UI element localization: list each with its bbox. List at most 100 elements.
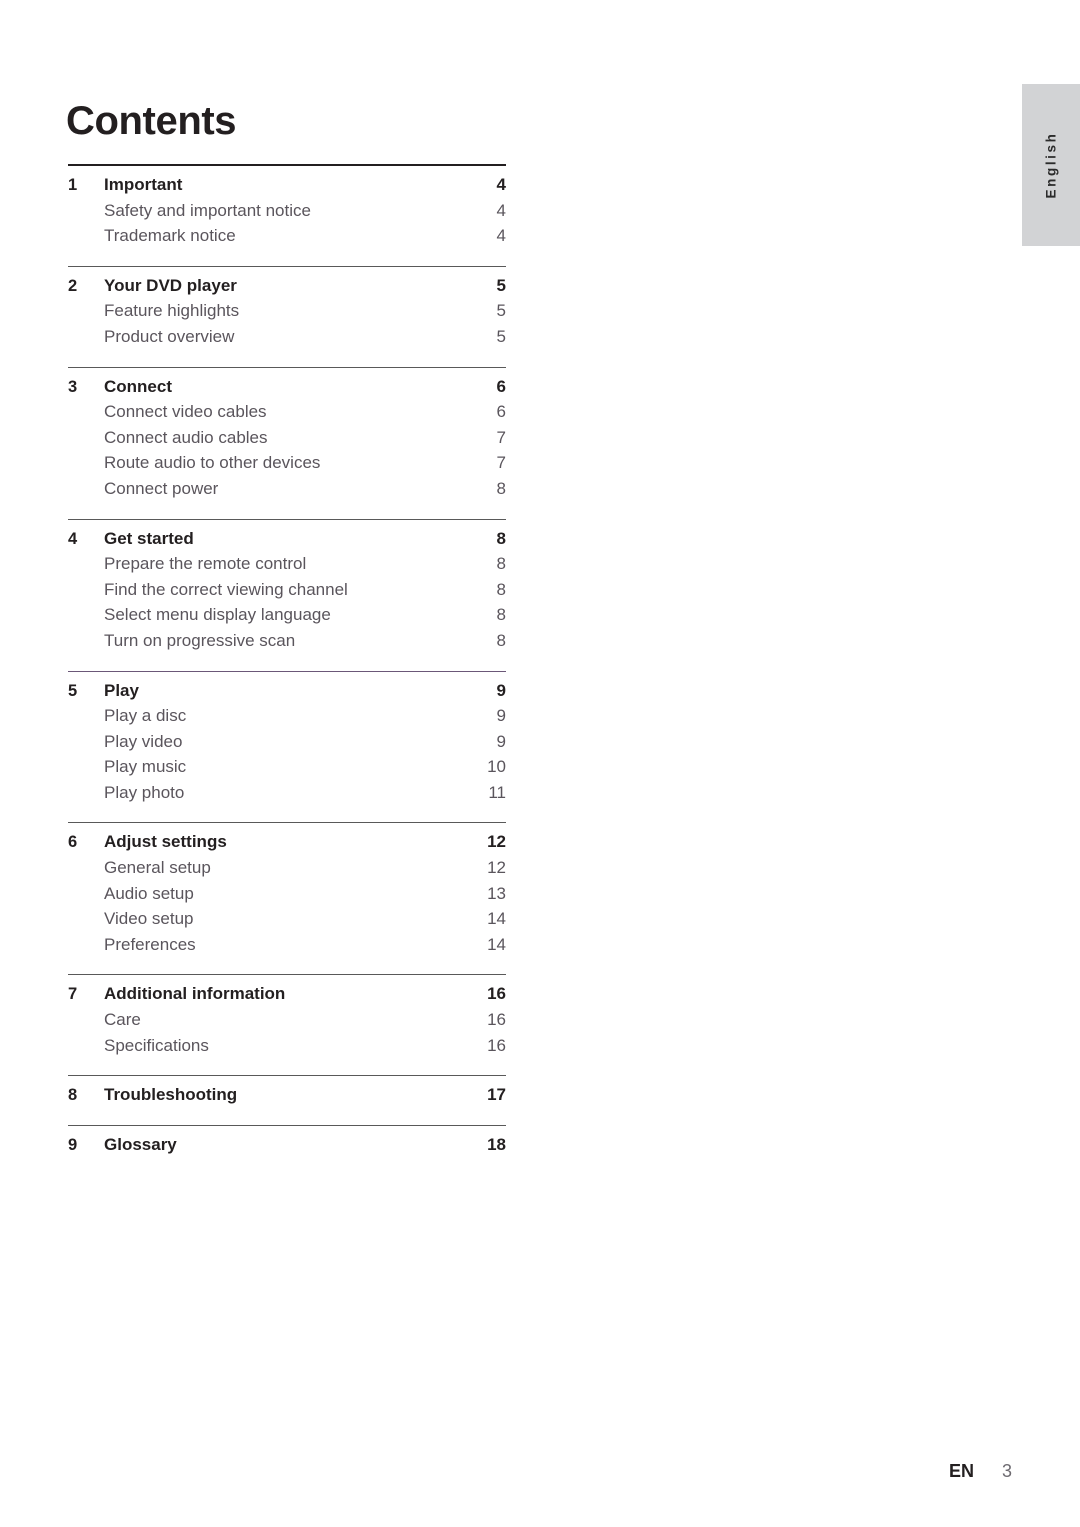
- toc-entry-row[interactable]: Safety and important notice 4: [68, 198, 506, 224]
- toc-group-rows: 2 Your DVD player 5 Feature highlights 5 Prod…: [68, 267, 506, 350]
- toc-entry-page-number: 10: [487, 757, 506, 777]
- toc-entry-page-number: 18: [487, 1134, 506, 1154]
- toc-entry-row[interactable]: Play a disc 9: [68, 703, 506, 729]
- toc-entry-row[interactable]: Find the correct viewing channel 8: [68, 577, 506, 603]
- toc-entry-row[interactable]: Prepare the remote control 8: [68, 551, 506, 577]
- toc-group-rows: 9 Glossary 18: [68, 1126, 506, 1158]
- toc-group: 1 Important 4 Safety and important notice 4 T…: [68, 164, 506, 249]
- toc-entry-row[interactable]: Video setup 14: [68, 906, 506, 932]
- toc-group-spacer: [68, 1108, 506, 1125]
- toc-group-spacer: [68, 1058, 506, 1075]
- toc-entry-row[interactable]: Feature highlights 5: [68, 298, 506, 324]
- toc-section-number: 8: [68, 1086, 78, 1105]
- toc-entry-label: Select menu display language: [104, 605, 331, 625]
- toc-entry-page-number: 8: [496, 528, 506, 548]
- toc-group: 3 Connect 6 Connect video cables 6 Connect au…: [68, 366, 506, 502]
- toc-entry-page-number: 14: [487, 934, 506, 954]
- toc-group-rows: 3 Connect 6 Connect video cables 6 Connect au…: [68, 368, 506, 502]
- toc-entry-label: Care: [104, 1010, 141, 1030]
- toc-group-spacer: [68, 350, 506, 367]
- toc-entry-page-number: 16: [487, 1035, 506, 1055]
- toc-group: 9 Glossary 18: [68, 1124, 506, 1158]
- toc-section-row[interactable]: 9 Glossary 18: [68, 1132, 506, 1158]
- toc-entry-label: Play photo: [104, 782, 185, 802]
- toc-section-number: 3: [68, 377, 78, 396]
- toc-section-row[interactable]: 3 Connect 6: [68, 374, 506, 400]
- toc-entry-page-number: 7: [496, 427, 506, 447]
- toc-entry-row[interactable]: Play photo 11: [68, 780, 506, 806]
- toc-entry-label: General setup: [104, 858, 211, 878]
- toc-group-spacer: [68, 502, 506, 519]
- toc-entry-label: Play video: [104, 731, 183, 751]
- toc-group: 5 Play 9 Play a disc 9 Play video 9 Play music 1…: [68, 670, 506, 806]
- toc-entry-label: Troubleshooting: [104, 1085, 238, 1105]
- toc-group-rows: 8 Troubleshooting 17: [68, 1076, 506, 1108]
- table-of-contents: 1 Important 4 Safety and important notice 4 T…: [68, 164, 506, 1174]
- toc-entry-label: Get started: [104, 528, 194, 548]
- toc-group-rows: 7 Additional information 16 Care 16 Specifica…: [68, 975, 506, 1058]
- toc-group-spacer: [68, 1157, 506, 1174]
- toc-section-row[interactable]: 2 Your DVD player 5: [68, 273, 506, 299]
- toc-entry-page-number: 4: [496, 200, 506, 220]
- language-tab-label: English: [1043, 131, 1059, 199]
- toc-entry-label: Find the correct viewing channel: [104, 579, 348, 599]
- toc-group-rows: 4 Get started 8 Prepare the remote control 8…: [68, 520, 506, 654]
- toc-group: 4 Get started 8 Prepare the remote control 8…: [68, 518, 506, 654]
- toc-entry-page-number: 14: [487, 909, 506, 929]
- language-tab: English: [1022, 84, 1080, 246]
- toc-entry-row[interactable]: Audio setup 13: [68, 881, 506, 907]
- toc-entry-row[interactable]: Turn on progressive scan 8: [68, 628, 506, 654]
- toc-entry-label: Glossary: [104, 1134, 177, 1154]
- toc-section-row[interactable]: 6 Adjust settings 12: [68, 829, 506, 855]
- toc-group-spacer: [68, 957, 506, 974]
- toc-entry-label: Connect audio cables: [104, 427, 268, 447]
- toc-entry-label: Turn on progressive scan: [104, 630, 296, 650]
- toc-section-number: 5: [68, 681, 78, 700]
- toc-entry-page-number: 9: [496, 706, 506, 726]
- toc-entry-page-number: 8: [496, 554, 506, 574]
- toc-entry-page-number: 6: [496, 376, 506, 396]
- toc-entry-label: Connect power: [104, 478, 219, 498]
- toc-entry-label: Feature highlights: [104, 301, 240, 321]
- toc-entry-row[interactable]: Specifications 16: [68, 1033, 506, 1059]
- toc-entry-label: Specifications: [104, 1035, 209, 1055]
- toc-section-number: 6: [68, 833, 78, 852]
- toc-section-number: 2: [68, 276, 78, 295]
- toc-section-number: 1: [68, 176, 78, 194]
- toc-entry-row[interactable]: General setup 12: [68, 855, 506, 881]
- toc-section-row[interactable]: 4 Get started 8: [68, 526, 506, 552]
- footer-locale: EN: [948, 1461, 974, 1481]
- toc-entry-label: Trademark notice: [104, 226, 236, 246]
- toc-entry-label: Audio setup: [104, 883, 194, 903]
- toc-entry-page-number: 17: [487, 1085, 506, 1105]
- toc-section-row[interactable]: 5 Play 9: [68, 678, 506, 704]
- toc-entry-row[interactable]: Product overview 5: [68, 324, 506, 350]
- toc-group-spacer: [68, 249, 506, 266]
- toc-entry-row[interactable]: Play video 9: [68, 729, 506, 755]
- toc-entry-row[interactable]: Care 16: [68, 1007, 506, 1033]
- toc-entry-page-number: 5: [496, 326, 506, 346]
- toc-entry-page-number: 9: [496, 680, 506, 700]
- toc-section-number: 7: [68, 985, 78, 1004]
- toc-entry-row[interactable]: Connect power 8: [68, 476, 506, 502]
- toc-group: 6 Adjust settings 12 General setup 12 Audio s…: [68, 822, 506, 957]
- toc-entry-label: Connect: [104, 376, 172, 396]
- toc-entry-page-number: 8: [496, 478, 506, 498]
- toc-entry-row[interactable]: Connect audio cables 7: [68, 425, 506, 451]
- toc-entry-row[interactable]: Connect video cables 6: [68, 399, 506, 425]
- toc-entry-row[interactable]: Route audio to other devices 7: [68, 450, 506, 476]
- toc-entry-label: Connect video cables: [104, 402, 267, 422]
- toc-entry-row[interactable]: Select menu display language 8: [68, 602, 506, 628]
- toc-section-row[interactable]: 7 Additional information 16: [68, 981, 506, 1007]
- toc-group: 8 Troubleshooting 17: [68, 1075, 506, 1108]
- toc-entry-row[interactable]: Preferences 14: [68, 932, 506, 958]
- toc-entry-row[interactable]: Trademark notice 4: [68, 223, 506, 249]
- toc-entry-row[interactable]: Play music 10: [68, 754, 506, 780]
- toc-entry-page-number: 5: [496, 275, 506, 295]
- toc-entry-label: Important: [104, 175, 183, 194]
- toc-entry-page-number: 12: [487, 832, 506, 852]
- toc-group-rows: 1 Important 4 Safety and important notice 4 T…: [68, 166, 506, 249]
- toc-section-row[interactable]: 8 Troubleshooting 17: [68, 1082, 506, 1108]
- toc-section-row[interactable]: 1 Important 4: [68, 172, 506, 198]
- page-footer: EN 3: [949, 1461, 1012, 1482]
